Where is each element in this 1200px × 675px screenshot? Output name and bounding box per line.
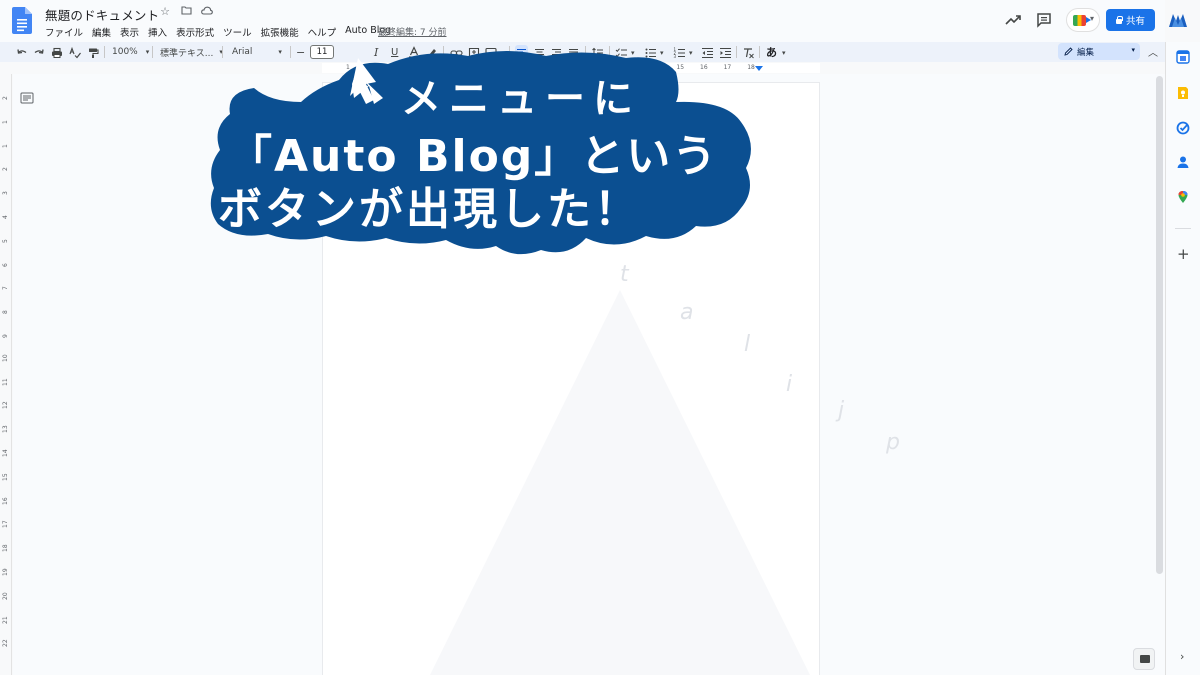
watermark-char: l	[744, 332, 751, 357]
chevron-down-icon: ▾	[145, 48, 150, 56]
google-docs-window: 無題のドキュメント ☆ ファイル 編集 表示 挿入 表示形式 ツール 拡張機能 …	[0, 0, 1200, 675]
cloud-status-icon[interactable]	[200, 5, 214, 18]
vertical-ruler-tick-label: 22	[2, 639, 9, 648]
watermark-char: j	[838, 398, 845, 423]
menu-bar: ファイル 編集 表示 挿入 表示形式 ツール 拡張機能 ヘルプ Auto Blo…	[45, 25, 400, 39]
lock-icon	[1115, 15, 1123, 24]
vertical-ruler-tick-label: 13	[2, 425, 9, 434]
vertical-ruler-tick-label: 5	[2, 238, 9, 243]
pencil-icon	[1064, 47, 1073, 56]
document-title[interactable]: 無題のドキュメント	[45, 5, 159, 24]
explore-button[interactable]	[1133, 648, 1155, 670]
contacts-icon[interactable]	[1176, 155, 1190, 169]
title-icons: ☆	[158, 5, 214, 18]
comment-history-icon[interactable]	[1035, 9, 1053, 31]
chevron-down-icon: ▾	[1090, 14, 1095, 23]
watermark-char: a	[680, 300, 694, 325]
last-edit-link[interactable]: 最終編集: 7 分前	[378, 25, 446, 38]
show-side-panel-icon[interactable]: ›	[1180, 650, 1184, 663]
menu-help[interactable]: ヘルプ	[308, 25, 342, 39]
input-tools-button[interactable]: あ	[766, 44, 777, 60]
vertical-ruler-tick-label: 15	[2, 473, 9, 481]
paint-format-icon[interactable]	[87, 45, 99, 61]
vertical-ruler-tick-label: 20	[2, 592, 9, 600]
collapse-menus-icon[interactable]: ︿	[1148, 44, 1158, 59]
vertical-ruler[interactable]	[0, 74, 12, 675]
vertical-ruler-tick-label: 10	[2, 354, 9, 362]
vertical-ruler-tick-label: 8	[2, 310, 9, 315]
vertical-ruler-tick-label: 1	[2, 143, 9, 148]
vertical-ruler-tick-label: 18	[2, 544, 9, 553]
toolbar-divider	[152, 46, 153, 58]
side-panel-divider	[1175, 228, 1191, 229]
star-icon[interactable]: ☆	[158, 5, 172, 18]
print-icon[interactable]	[51, 45, 63, 61]
docs-logo-icon[interactable]	[12, 7, 32, 34]
vertical-ruler-tick-label: 4	[2, 215, 9, 219]
editing-mode-label: 編集	[1077, 47, 1095, 58]
maps-icon[interactable]	[1176, 190, 1190, 204]
title-bar: 無題のドキュメント ☆ ファイル 編集 表示 挿入 表示形式 ツール 拡張機能 …	[0, 0, 1165, 42]
share-label: 共有	[1125, 16, 1145, 27]
vertical-ruler-tick-label: 7	[2, 286, 9, 291]
vertical-ruler-tick-label: 17	[2, 520, 9, 529]
annotation-callout: メニューに 「Auto Blog」という ボタンが出現した！	[206, 40, 761, 260]
activity-trend-icon[interactable]	[1004, 9, 1022, 31]
menu-edit[interactable]: 編集	[92, 25, 116, 39]
tasks-icon[interactable]	[1176, 121, 1190, 135]
vertical-ruler-tick-label: 21	[2, 615, 9, 624]
callout-line-1: メニューに	[401, 76, 641, 122]
toolbar-divider	[104, 46, 105, 58]
vertical-ruler-tick-label: 11	[2, 377, 9, 386]
vertical-ruler-tick-label: 14	[2, 449, 9, 457]
vertical-scrollbar[interactable]	[1156, 76, 1163, 574]
calendar-icon[interactable]	[1176, 50, 1190, 64]
menu-view[interactable]: 表示	[120, 25, 144, 39]
meet-camera-icon	[1073, 15, 1091, 26]
avatar[interactable]	[1167, 9, 1189, 31]
menu-tools[interactable]: ツール	[223, 25, 257, 39]
vertical-ruler-tick-label: 1	[2, 119, 9, 124]
redo-icon[interactable]	[33, 45, 45, 61]
vertical-ruler-tick-label: 16	[2, 496, 9, 505]
callout-line-3: ボタンが出現した！	[218, 184, 641, 235]
move-folder-icon[interactable]	[179, 5, 193, 18]
vertical-ruler-tick-label: 12	[2, 401, 9, 410]
share-button[interactable]: 共有	[1106, 9, 1155, 31]
keep-icon[interactable]	[1176, 86, 1190, 100]
chevron-down-icon[interactable]: ▾	[782, 45, 786, 61]
watermark-char: t	[620, 262, 629, 287]
meet-button[interactable]: ▾	[1066, 8, 1100, 32]
menu-format[interactable]: 表示形式	[176, 25, 219, 39]
chevron-down-icon: ▾	[1131, 46, 1135, 54]
side-panel	[1165, 42, 1200, 675]
vertical-ruler-tick-label: 19	[2, 568, 9, 576]
watermark-char: p	[886, 430, 900, 455]
watermark-shape	[430, 290, 810, 675]
menu-file[interactable]: ファイル	[45, 25, 88, 39]
undo-icon[interactable]	[16, 45, 28, 61]
editing-mode-select[interactable]: 編集 ▾	[1058, 43, 1140, 60]
spellcheck-icon[interactable]	[69, 45, 81, 61]
menu-insert[interactable]: 挿入	[148, 25, 172, 39]
vertical-ruler-tick-label: 2	[2, 96, 9, 100]
vertical-ruler-tick-label: 9	[2, 334, 9, 338]
document-outline-icon[interactable]	[20, 92, 34, 104]
watermark-char: i	[786, 372, 793, 397]
menu-extensions[interactable]: 拡張機能	[261, 25, 304, 39]
zoom-select[interactable]: 100% ▾	[112, 44, 149, 60]
vertical-ruler-tick-label: 6	[2, 262, 9, 267]
zoom-value: 100%	[112, 47, 138, 57]
get-add-ons-icon[interactable]: +	[1177, 245, 1190, 263]
vertical-ruler-tick-label: 3	[2, 191, 9, 196]
vertical-ruler-tick-label: 2	[2, 167, 9, 172]
